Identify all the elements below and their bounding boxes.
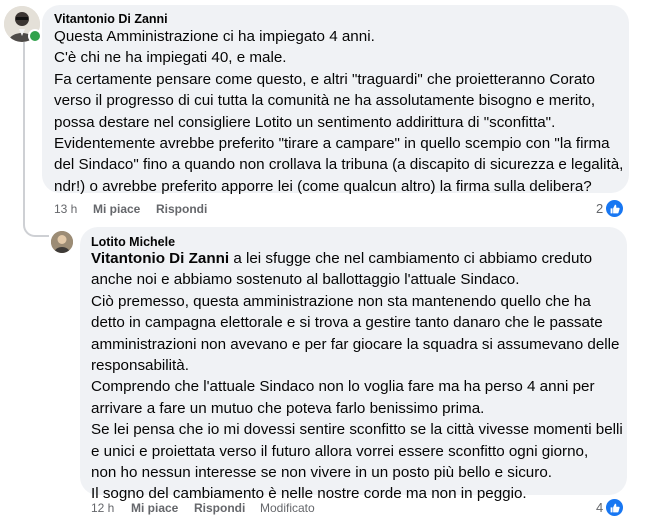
like-button[interactable]: Mi piace xyxy=(93,202,140,216)
reply-button[interactable]: Rispondi xyxy=(156,202,207,216)
comment-text-line: detto in campagna elettorale e si trova … xyxy=(91,314,603,332)
edited-label: Modificato xyxy=(260,501,315,515)
comment-meta: 12 h Mi piace Rispondi Modificato xyxy=(91,501,391,517)
thread-connector-curve xyxy=(23,205,49,237)
comment-text-line: non ho nessun interesse se non vivere in… xyxy=(91,464,552,482)
comment-text-line: Vitantonio Di Zanni a lei sfugge che nel… xyxy=(91,248,623,269)
comment-text-line: Se lei pensa che io mi dovessi sentire s… xyxy=(91,421,623,439)
comment-text-fragment: a lei sfugge che nel cambiamento ci abbi… xyxy=(229,250,593,267)
like-icon xyxy=(605,498,625,517)
comment-text-line: C'è chi ne ha impiegati 40, e male. xyxy=(54,49,287,67)
reaction-summary[interactable]: 4 xyxy=(596,498,625,517)
comment-text-line: Ciò premesso, questa amministrazione non… xyxy=(91,292,591,310)
comment-text-line: arrivare a fare un mutuo che poteva farl… xyxy=(91,399,485,417)
like-icon xyxy=(605,199,625,218)
comment-timestamp[interactable]: 12 h xyxy=(91,501,114,515)
comment-text-line: Fa certamente pensare come questo, e alt… xyxy=(54,70,595,88)
reply-button[interactable]: Rispondi xyxy=(194,501,245,515)
comment-meta: 13 h Mi piace Rispondi xyxy=(54,202,354,218)
reaction-count: 4 xyxy=(596,500,604,515)
comment-text-line: anche noi e abbiamo sostenuto al ballott… xyxy=(91,271,520,289)
comment-text-line: Comprendo che l'attuale Sindaco non lo v… xyxy=(91,378,595,396)
avatar[interactable] xyxy=(51,231,73,253)
like-button[interactable]: Mi piace xyxy=(131,501,178,515)
comment-author[interactable]: Vitantonio Di Zanni xyxy=(54,12,168,26)
thread-connector-line xyxy=(23,42,25,220)
comment-text-line: amministrazioni non avevano e per far gi… xyxy=(91,335,620,353)
comment-text-line: ndr!) o avrebbe preferito apporre lei (c… xyxy=(54,177,592,195)
online-status-dot xyxy=(28,29,42,43)
user-mention[interactable]: Vitantonio Di Zanni xyxy=(91,250,229,267)
comment-author[interactable]: Lotito Michele xyxy=(91,235,175,249)
comment-timestamp[interactable]: 13 h xyxy=(54,202,77,216)
comment-text-line: verso il progresso di cui tutta la comun… xyxy=(54,92,596,110)
reaction-count: 2 xyxy=(596,201,604,216)
reaction-summary[interactable]: 2 xyxy=(596,199,625,218)
comment-text-line: Questa Amministrazione ci ha impiegato 4… xyxy=(54,28,375,45)
comment-text-line: del Sindaco" fino a quando non crollava … xyxy=(54,156,624,174)
comment-text: Questa Amministrazione ci ha impiegato 4… xyxy=(54,26,623,197)
comment-text: Vitantonio Di Zanni a lei sfugge che nel… xyxy=(91,248,623,505)
comment-text-line: e unici e proiettata verso il futuro all… xyxy=(91,442,589,460)
comment-text-line: possa destare nel consigliere Lotito un … xyxy=(54,113,556,131)
comment-text-line: responsabilità. xyxy=(91,357,189,375)
comment-text-line: Evidentemente avrebbe preferito "tirare … xyxy=(54,135,610,153)
person-avatar-icon xyxy=(51,231,73,253)
